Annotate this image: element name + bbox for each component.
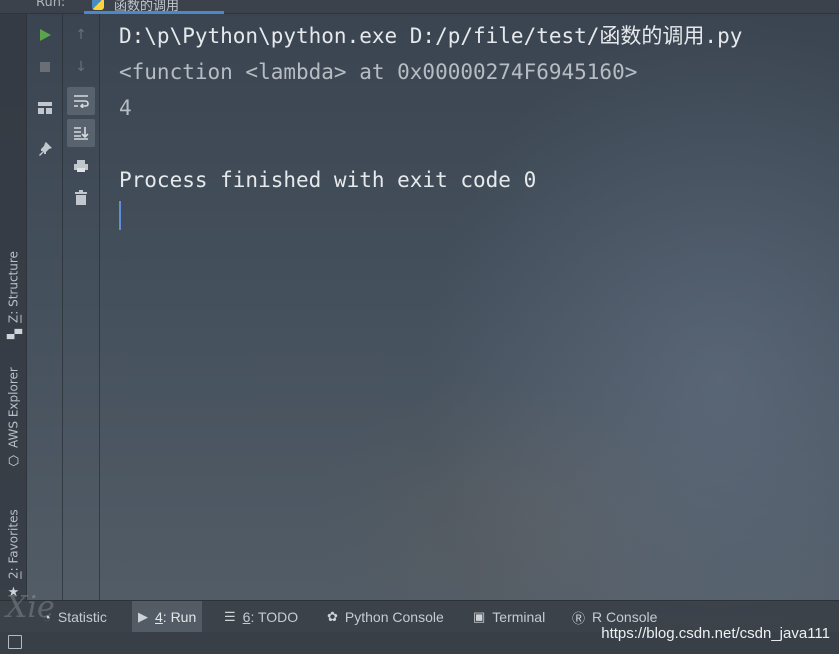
console-output-line: 4 [119,96,132,120]
console-command-line: D:\p\Python\python.exe D:/p/file/test/函数… [119,24,743,48]
aws-explorer-label: AWS Explorer [6,367,21,448]
tab-terminal-label: Terminal [492,609,546,625]
run-toolbar-secondary: ↑ ↓ [63,14,100,600]
aws-explorer-tool-button[interactable]: ⬡ AWS Explorer [0,359,27,469]
arrow-down-icon: ↓ [75,59,87,75]
console-output-line: <function <lambda> at 0x00000274F6945160… [119,60,638,84]
arrow-up-icon: ↑ [75,27,87,43]
favorites-label: : Favorites [6,509,21,572]
structure-icon: ▚ [6,329,21,339]
signature-mark: Xie [6,590,55,625]
tab-statistic-label: Statistic [57,609,107,625]
favorites-key: 2 [6,571,21,579]
stop-icon [40,62,50,72]
run-icon: ▶ [138,609,148,624]
watermark: https://blog.csdn.net/csdn_java111 [601,625,830,642]
scroll-to-end-toggle[interactable] [67,119,95,147]
trash-icon [75,190,87,205]
run-label: Run: [36,0,66,10]
toggle-tool-windows-icon[interactable] [8,635,22,649]
print-button[interactable] [67,152,95,180]
tab-run[interactable]: ▶ 4: Run [132,601,203,633]
print-icon [74,160,88,172]
scroll-up-button[interactable]: ↑ [67,21,95,49]
tab-todo-label: : TODO [250,609,299,625]
tab-r-console-label: R Console [592,609,658,625]
structure-key: Z [6,314,21,323]
run-icon [40,29,51,41]
r-icon: Ⓡ [572,610,586,626]
console-exit-line: Process finished with exit code 0 [119,168,537,192]
layout-icon [38,102,52,114]
tab-todo[interactable]: ☰ 6: TODO [218,601,304,633]
python-icon: ✿ [327,609,338,624]
restore-layout-button[interactable] [31,94,59,122]
todo-icon: ☰ [224,609,236,624]
python-file-icon [92,0,104,10]
tab-run-key: 4 [155,609,163,625]
soft-wrap-toggle[interactable] [67,87,95,115]
left-tool-stripe: ▚ Z: Structure ⬡ AWS Explorer ★ 2: Favor… [0,14,27,600]
terminal-icon: ▣ [473,609,486,624]
rerun-button[interactable] [31,21,59,49]
favorites-tool-button[interactable]: ★ 2: Favorites [0,492,27,600]
soft-wrap-icon [74,95,89,108]
cube-icon: ⬡ [6,454,21,469]
structure-label: : Structure [6,251,21,315]
console-output[interactable]: D:\p\Python\python.exe D:/p/file/test/函数… [119,18,834,198]
clear-all-button[interactable] [67,184,95,212]
run-config-name: 函数的调用 [114,0,180,14]
structure-tool-button[interactable]: ▚ Z: Structure [0,239,27,339]
run-config-tab[interactable]: 函数的调用 [84,0,224,14]
run-tool-header: Run: 函数的调用 [0,0,839,14]
run-toolbar-primary [27,14,63,600]
pin-icon [39,142,52,156]
pin-tab-button[interactable] [31,135,59,163]
stop-button[interactable] [31,53,59,81]
scroll-to-end-icon [74,127,89,140]
tab-python-console[interactable]: ✿ Python Console [321,601,450,633]
scroll-down-button[interactable]: ↓ [67,53,95,81]
tab-run-label: : Run [162,609,197,625]
tab-python-console-label: Python Console [344,609,444,625]
text-caret [119,201,121,230]
tab-terminal[interactable]: ▣ Terminal [467,601,551,633]
